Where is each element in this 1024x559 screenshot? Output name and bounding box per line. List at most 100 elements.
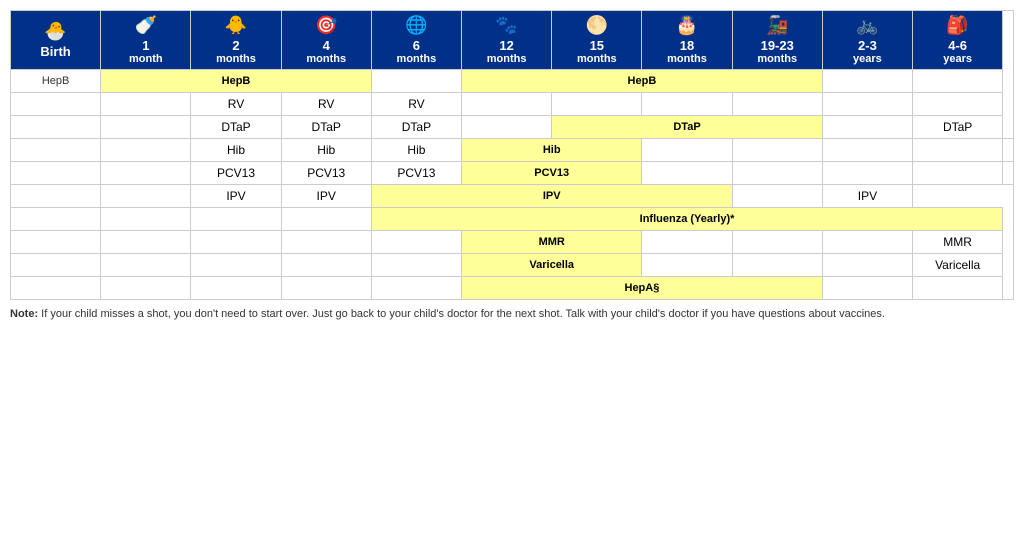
header-icon-18mo: 🎂: [644, 15, 729, 36]
empty-cell: [101, 208, 191, 231]
empty-cell: [732, 93, 822, 116]
empty-cell: [281, 231, 371, 254]
empty-cell: [642, 231, 732, 254]
table-row: MMR MMR: [11, 231, 1014, 254]
vaccine-dose-cell: MMR: [913, 231, 1003, 254]
header-unit-2mo: months: [216, 53, 256, 65]
vaccine-range-block: MMR: [462, 231, 642, 254]
empty-cell: [101, 93, 191, 116]
empty-cell: [11, 231, 101, 254]
header-age-12mo: 12: [464, 38, 549, 53]
empty-cell: [281, 277, 371, 300]
empty-cell: [371, 70, 461, 93]
header-icon-46yr: 🎒: [915, 15, 1000, 36]
empty-cell: [913, 70, 1003, 93]
header-cell-15mo: 🌕 15 months: [552, 11, 642, 70]
empty-cell: [101, 139, 191, 162]
header-unit-1923mo: months: [757, 53, 797, 65]
empty-cell: [101, 116, 191, 139]
empty-cell: [11, 162, 101, 185]
empty-cell: [101, 254, 191, 277]
empty-cell: [822, 93, 912, 116]
header-icon-1mo: 🍼: [103, 15, 188, 36]
table-row: PCV13PCV13PCV13PCV13: [11, 162, 1014, 185]
header-age-2mo: 2: [193, 38, 278, 53]
empty-cell: [1003, 139, 1014, 162]
vaccine-schedule-table: 🐣 Birth 🍼 1 month 🐥 2 months 🎯 4 months …: [10, 10, 1014, 300]
header-cell-1923mo: 🚂 19-23 months: [732, 11, 822, 70]
empty-cell: [822, 254, 912, 277]
vaccine-dose-cell: DTaP: [191, 116, 281, 139]
empty-cell: [191, 254, 281, 277]
header-age-birth: Birth: [13, 44, 98, 59]
empty-cell: [642, 139, 732, 162]
header-age-4mo: 4: [284, 38, 369, 53]
vaccine-range-block: DTaP: [552, 116, 823, 139]
header-unit-12mo: months: [487, 53, 527, 65]
header-unit-4mo: months: [306, 53, 346, 65]
empty-cell: [822, 231, 912, 254]
vaccine-dose-cell: DTaP: [371, 116, 461, 139]
table-row: Varicella Varicella: [11, 254, 1014, 277]
note-section: Note: If your child misses a shot, you d…: [10, 308, 1014, 320]
header-age-15mo: 15: [554, 38, 639, 53]
empty-cell: [642, 162, 732, 185]
vaccine-dose-cell: RV: [281, 93, 371, 116]
vaccine-dose-cell: RV: [191, 93, 281, 116]
vaccine-range-block: PCV13: [462, 162, 642, 185]
vaccine-dose-cell: PCV13: [281, 162, 371, 185]
empty-cell: [281, 208, 371, 231]
empty-cell: [11, 139, 101, 162]
header-icon-birth: 🐣: [13, 21, 98, 42]
empty-cell: [101, 231, 191, 254]
header-cell-18mo: 🎂 18 months: [642, 11, 732, 70]
header-icon-2mo: 🐥: [193, 15, 278, 36]
empty-cell: [371, 277, 461, 300]
header-age-1923mo: 19-23: [735, 38, 820, 53]
vaccine-dose-cell: PCV13: [371, 162, 461, 185]
header-age-18mo: 18: [644, 38, 729, 53]
empty-cell: [822, 162, 912, 185]
vaccine-dose-cell: IPV: [281, 185, 371, 208]
table-body: HepBHepB HepB RVRVRV DTaPDTaPDTaP DTaP D…: [11, 70, 1014, 300]
header-icon-23yr: 🚲: [825, 15, 910, 36]
header-cell-12mo: 🐾 12 months: [462, 11, 552, 70]
empty-cell: [552, 93, 642, 116]
empty-cell: [732, 162, 822, 185]
empty-cell: [732, 254, 822, 277]
header-cell-4mo: 🎯 4 months: [281, 11, 371, 70]
header-cell-1mo: 🍼 1 month: [101, 11, 191, 70]
vaccine-dose-cell: Hib: [281, 139, 371, 162]
header-unit-18mo: months: [667, 53, 707, 65]
empty-cell: [822, 277, 912, 300]
empty-cell: [11, 254, 101, 277]
empty-cell: [822, 70, 912, 93]
empty-cell: [642, 93, 732, 116]
vaccine-label: HepB: [11, 70, 101, 93]
empty-cell: [913, 162, 1003, 185]
empty-cell: [11, 185, 101, 208]
empty-cell: [11, 93, 101, 116]
empty-cell: [732, 185, 822, 208]
vaccine-range-block: HepA§: [462, 277, 823, 300]
empty-cell: [642, 254, 732, 277]
empty-cell: [101, 185, 191, 208]
empty-cell: [191, 231, 281, 254]
vaccine-dose-cell: RV: [371, 93, 461, 116]
empty-cell: [822, 139, 912, 162]
empty-cell: [371, 231, 461, 254]
empty-cell: [913, 93, 1003, 116]
vaccine-dose-cell: DTaP: [913, 116, 1003, 139]
header-icon-15mo: 🌕: [554, 15, 639, 36]
header-icon-1923mo: 🚂: [735, 15, 820, 36]
empty-cell: [11, 208, 101, 231]
empty-cell: [371, 254, 461, 277]
empty-cell: [462, 93, 552, 116]
vaccine-dose-cell: IPV: [191, 185, 281, 208]
table-row: IPVIPVIPV IPV: [11, 185, 1014, 208]
empty-cell: [822, 116, 912, 139]
header-cell-6mo: 🌐 6 months: [371, 11, 461, 70]
table-row: HepBHepB HepB: [11, 70, 1014, 93]
empty-cell: [281, 254, 371, 277]
empty-cell: [462, 116, 552, 139]
